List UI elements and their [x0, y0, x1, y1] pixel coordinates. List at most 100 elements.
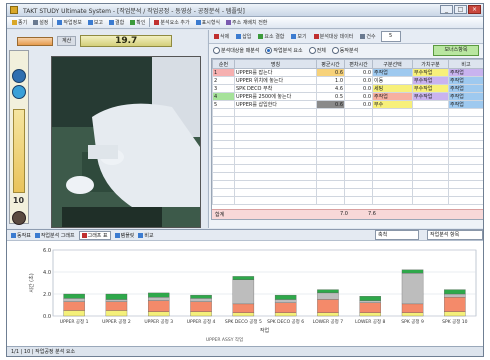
table-cell[interactable]: 주작업	[448, 100, 483, 109]
stopwatch-icon[interactable]	[12, 69, 26, 83]
filter-radio-1[interactable]: 분석대상을 때분석	[213, 46, 259, 54]
analysis-toolbar-button-5[interactable]: 분석대상 데이터	[312, 32, 356, 42]
analysis-toolbar-button-4[interactable]: 보기	[289, 32, 308, 42]
add-icon	[154, 20, 160, 25]
toolbar-button-2[interactable]: 설정	[31, 18, 50, 28]
video-view[interactable]	[51, 56, 201, 228]
column-header-3[interactable]: 평균시간	[316, 59, 345, 69]
table-cell[interactable]: 주작업	[448, 76, 483, 85]
bar-segment	[274, 299, 297, 303]
column-header-6[interactable]: 가치구분	[412, 59, 449, 69]
table-cell[interactable]	[412, 100, 449, 109]
table-cell[interactable]: 0.0	[344, 92, 373, 101]
bar-segment	[359, 302, 381, 313]
table-row[interactable]: 2 UPPER 위치에 놓는다 1.0 0.0 이동 부수작업 주작업	[212, 76, 483, 85]
table-cell[interactable]: SPK DECO 부착	[234, 84, 317, 93]
level-slider[interactable]	[13, 109, 25, 193]
table-cell[interactable]: 주작업	[448, 68, 483, 77]
analysis-toolbar-button-2[interactable]: 삽입	[234, 32, 253, 42]
table-cell[interactable]: 3	[212, 84, 235, 93]
timer-sidebar: 10	[9, 50, 29, 225]
scale-combo[interactable]: 축척	[375, 230, 419, 240]
table-cell[interactable]: 주작업	[448, 84, 483, 93]
table-cell[interactable]: 부수작업	[412, 92, 449, 101]
bonus-button[interactable]: 보너스항목	[433, 45, 479, 56]
chart-tab-4[interactable]: 템플릿	[114, 231, 134, 240]
table-cell[interactable]: 0.0	[344, 84, 373, 93]
filter-radio-3[interactable]: 전체	[308, 46, 326, 54]
table-cell[interactable]: 주작업	[372, 68, 413, 77]
toolbar-button-3[interactable]: 작업정보	[55, 18, 83, 28]
empty-cell	[212, 156, 235, 165]
chart-tab-5[interactable]: 비교	[138, 231, 154, 240]
play-icon[interactable]	[12, 85, 26, 99]
stop-icon[interactable]	[12, 211, 26, 225]
count-select[interactable]: 5	[380, 31, 401, 42]
chart-tab-2[interactable]: 작업분석 그래프	[34, 231, 75, 240]
bar-segment	[63, 301, 85, 311]
table-cell[interactable]: 이동	[372, 76, 413, 85]
table-row[interactable]: 1 UPPER를 잡는다 0.6 0.0 주작업 부수작업 주작업	[212, 68, 483, 77]
progress-bar	[17, 36, 53, 46]
table-cell[interactable]: UPPER를 잡는다	[234, 68, 317, 77]
table-cell[interactable]: UPPER를 2500에 놓는다	[234, 92, 317, 101]
empty-cell	[234, 124, 317, 133]
table-cell[interactable]: 1	[212, 68, 235, 77]
toolbar-button-4[interactable]: 보고	[86, 18, 105, 28]
table-cell[interactable]: 0.0	[344, 68, 373, 77]
table-cell[interactable]: 0.0	[344, 76, 373, 85]
view-icon	[291, 34, 297, 39]
table-cell[interactable]: 0.5	[316, 92, 345, 101]
toolbar-button-9[interactable]: 주소 재배치 전환	[224, 18, 269, 28]
analysis-toolbar-button-6[interactable]: 건수	[358, 32, 377, 42]
empty-row	[212, 124, 483, 133]
maximize-button[interactable]: □	[454, 5, 467, 14]
table-cell[interactable]: 세팅	[372, 84, 413, 93]
table-cell[interactable]: UPPER를 삽입한다	[234, 100, 317, 109]
table-cell[interactable]: 주작업	[372, 92, 413, 101]
table-row[interactable]: 4 UPPER를 2500에 놓는다 0.5 0.0 주작업 부수작업 주작업	[212, 92, 483, 101]
status-text: 1/1 | 10 | 작업공정 분석 요소	[11, 349, 76, 355]
column-header-4[interactable]: 편차시간	[344, 59, 373, 69]
table-cell[interactable]: 4.6	[316, 84, 345, 93]
toolbar-button-5[interactable]: 결합	[107, 18, 126, 28]
toolbar-button-8[interactable]: 표시형식	[194, 18, 222, 28]
series-combo[interactable]: 작업분석 항목	[427, 230, 483, 240]
analysis-toolbar-button-3[interactable]: 요소 결합	[256, 32, 286, 42]
table-cell[interactable]: 부수작업	[412, 84, 449, 93]
table-cell[interactable]: 5	[212, 100, 235, 109]
table-cell[interactable]: 1.0	[316, 76, 345, 85]
table-cell[interactable]: UPPER 위치에 놓는다	[234, 76, 317, 85]
filter-radio-4[interactable]: 동작분석	[331, 46, 358, 54]
table-row[interactable]: 3 SPK DECO 부착 4.6 0.0 세팅 부수작업 주작업	[212, 84, 483, 93]
table-cell[interactable]: 4	[212, 92, 235, 101]
table-cell[interactable]: 0.0	[344, 100, 373, 109]
close-button[interactable]: ×	[468, 5, 481, 14]
table-cell[interactable]: 부수작업	[412, 76, 449, 85]
chart-tab-1[interactable]: 동작표	[11, 231, 31, 240]
table-cell[interactable]: 부수작업	[412, 68, 449, 77]
column-header-2[interactable]: 명칭	[234, 59, 317, 69]
table-cell[interactable]: 주작업	[448, 92, 483, 101]
right-panel: 삭제 삽입 요소 결합 보기 분석대상 데이터 건수 5 분석대상을 때분석 작업분석 요소 전…	[208, 30, 483, 228]
x-tick-label: SPK 공정 9	[401, 318, 424, 325]
table-cell[interactable]: 2	[212, 76, 235, 85]
analysis-toolbar-button-1[interactable]: 삭제	[212, 32, 231, 42]
table-cell[interactable]: 부수	[372, 100, 413, 109]
calc-label[interactable]: 계산	[57, 36, 77, 46]
toolbar-button-7[interactable]: 분석요소 추가	[152, 18, 191, 28]
column-header-1[interactable]: 순번	[212, 59, 235, 69]
column-header-5[interactable]: 구분선택	[372, 59, 413, 69]
table-row[interactable]: 5 UPPER를 삽입한다 0.6 0.0 부수 주작업	[212, 100, 483, 109]
filter-radio-2[interactable]: 작업분석 요소	[265, 46, 303, 54]
toolbar-button-1[interactable]: 종기	[10, 18, 29, 28]
empty-cell	[344, 140, 373, 149]
chart-tab-3[interactable]: 그래프 표	[78, 230, 111, 240]
empty-cell	[316, 196, 345, 205]
column-header-7[interactable]: 비고	[448, 59, 483, 69]
toolbar-button-6[interactable]: 확인	[128, 18, 147, 28]
table-cell[interactable]: 0.6	[316, 68, 345, 77]
table-cell[interactable]: 0.6	[316, 100, 345, 109]
minimize-button[interactable]: _	[440, 5, 453, 14]
empty-cell	[234, 164, 317, 173]
